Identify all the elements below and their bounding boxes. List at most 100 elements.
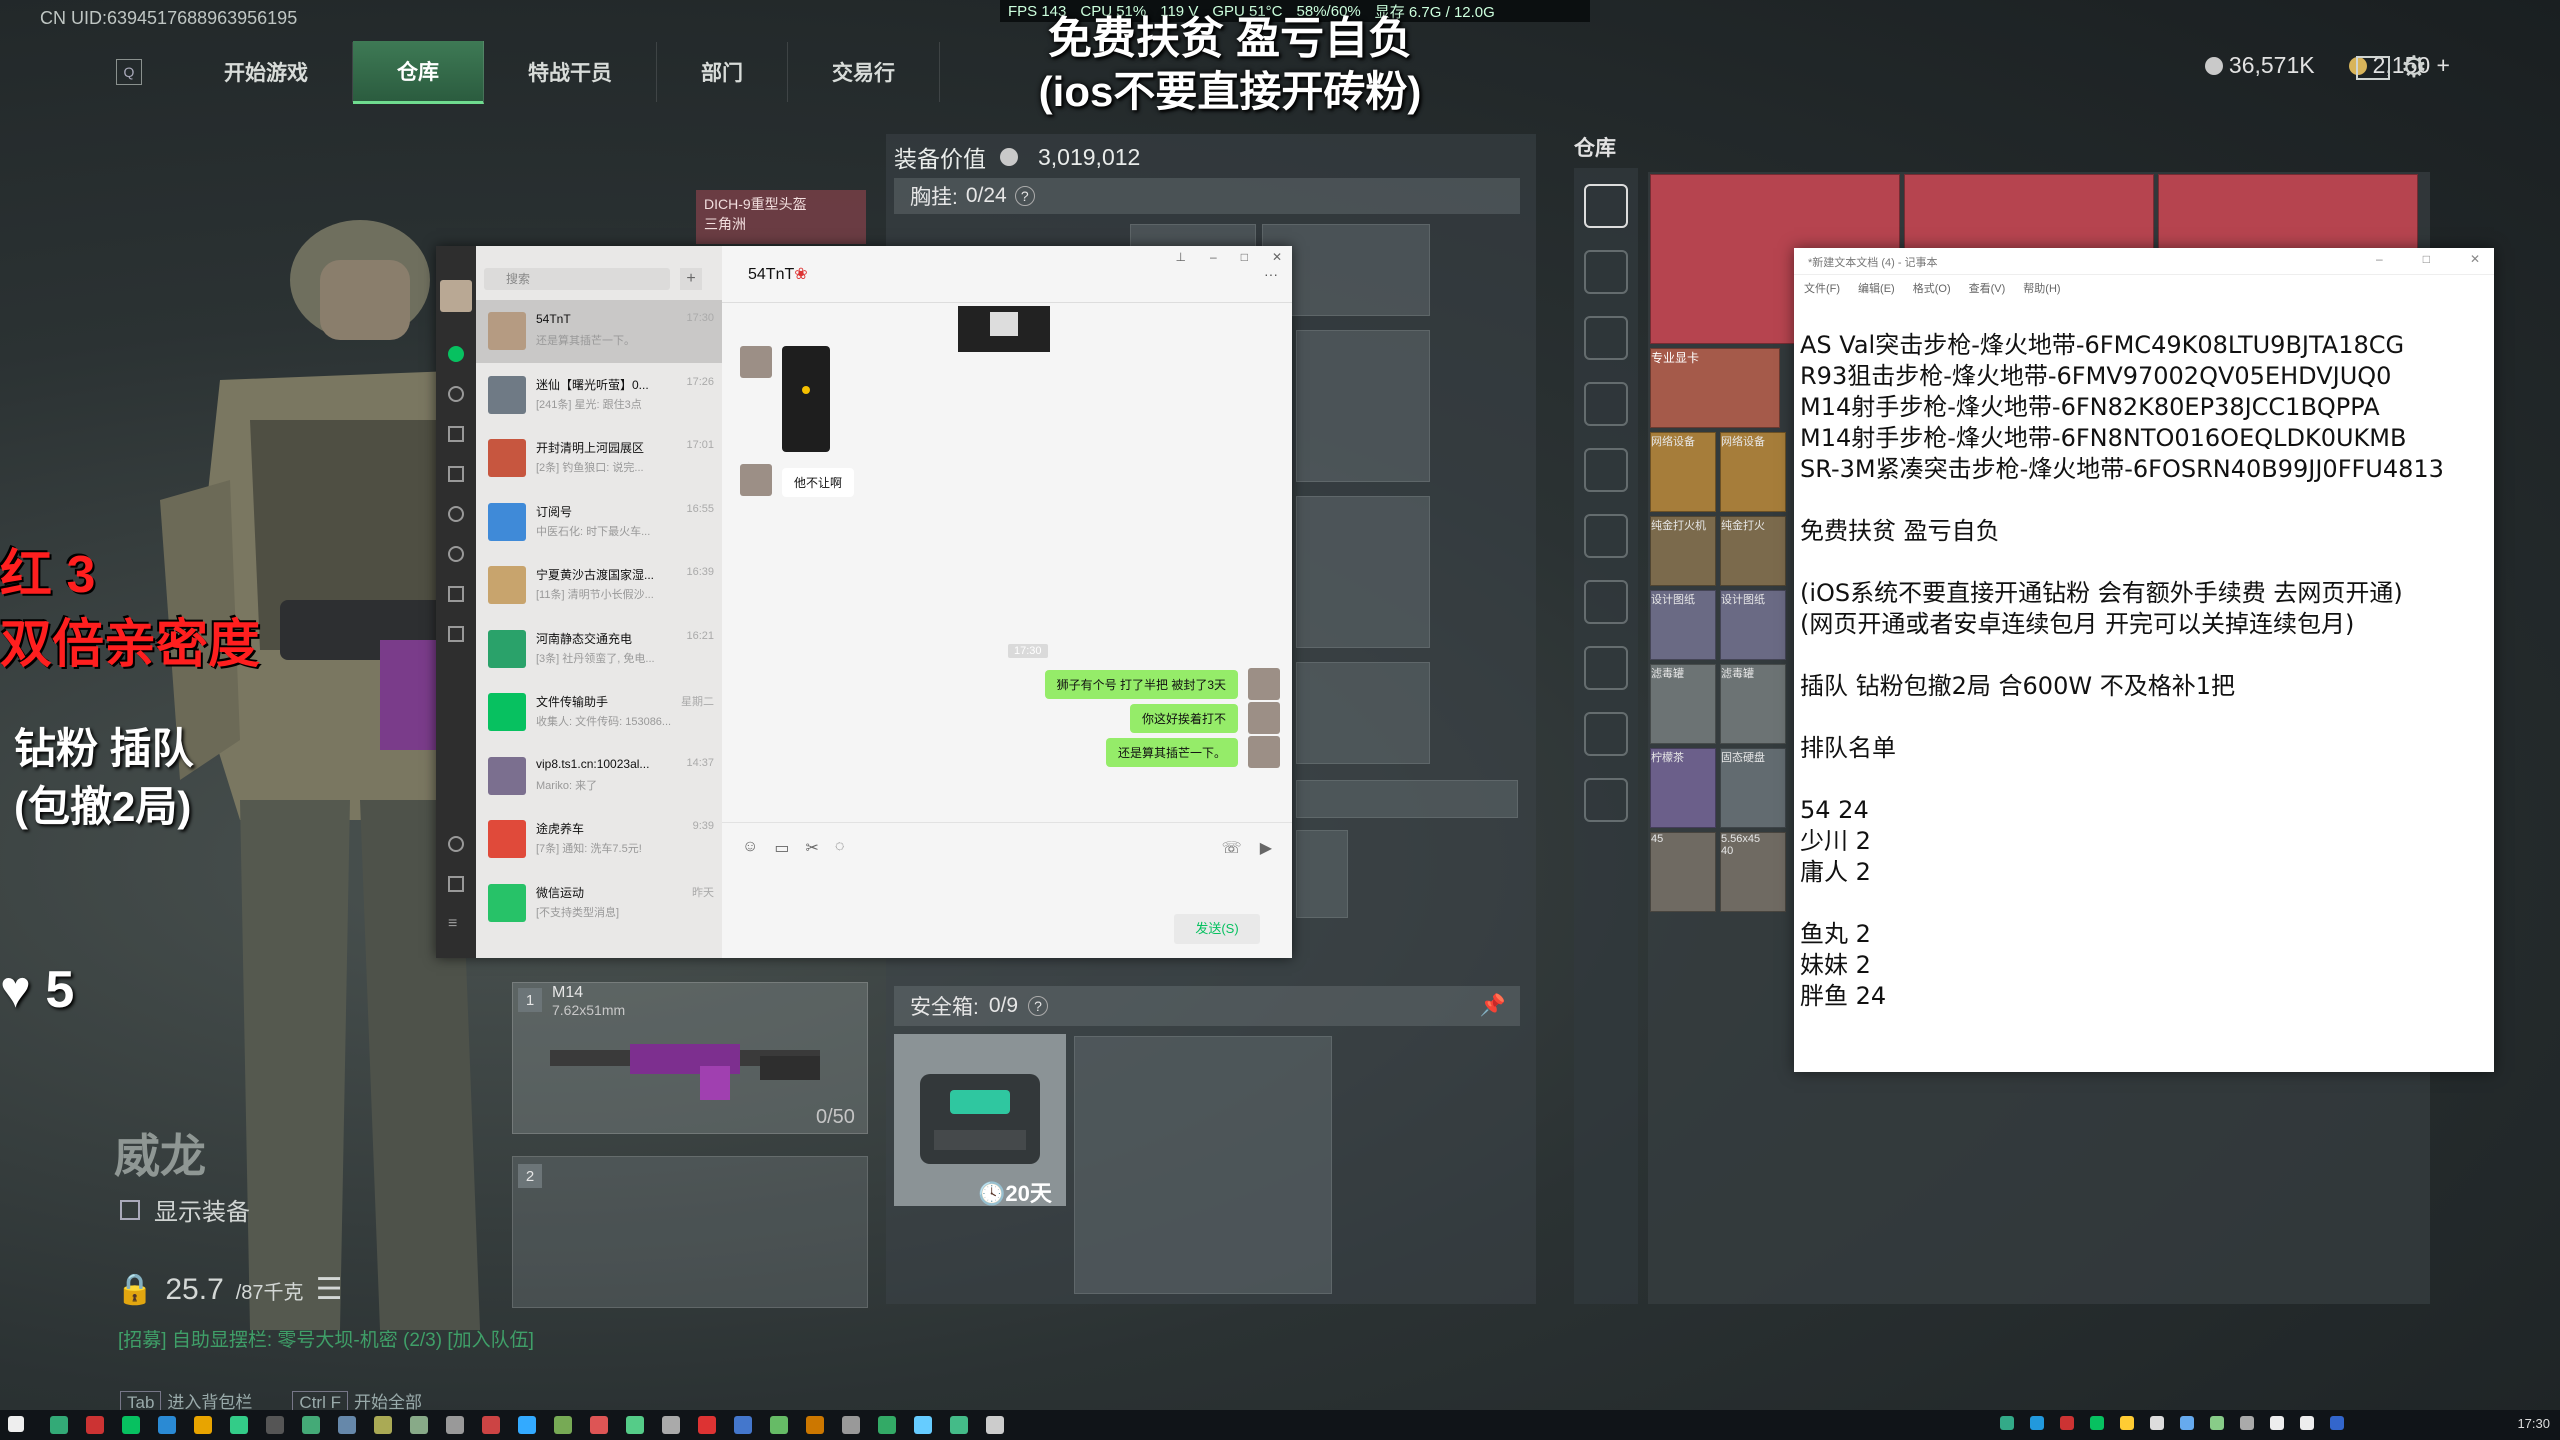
chat-list-item[interactable]: 途虎养车 [7条] 通知: 洗车7.5元! 9:39 <box>476 808 722 871</box>
avatar[interactable] <box>740 464 772 496</box>
warehouse-item[interactable]: 柠檬茶 <box>1650 748 1716 828</box>
chat-list-item[interactable]: 河南静态交通充电 [3条] 社丹领蛮了, 免电... 16:21 <box>476 618 722 681</box>
backpack-slot[interactable] <box>1296 330 1430 482</box>
favorites-icon[interactable] <box>448 426 464 442</box>
warehouse-item[interactable]: 专业显卡 <box>1650 348 1780 428</box>
tray-icon[interactable] <box>2210 1416 2224 1430</box>
checkbox-icon[interactable] <box>120 1199 140 1220</box>
app-icon[interactable] <box>86 1416 104 1434</box>
menu-icon[interactable]: ≡ <box>448 916 464 932</box>
add-chat-button[interactable]: + <box>680 268 702 290</box>
warehouse-item[interactable]: 固态硬盘 <box>1720 748 1786 828</box>
message-received[interactable]: 他不让啊 <box>782 468 855 497</box>
avatar[interactable] <box>1248 736 1280 768</box>
app-icon[interactable] <box>554 1416 572 1434</box>
close-button[interactable]: ✕ <box>1272 250 1282 264</box>
shared-image-qr[interactable] <box>958 306 1050 352</box>
app-icon[interactable] <box>770 1416 788 1434</box>
folder-icon[interactable] <box>448 466 464 482</box>
maximize-button[interactable]: □ <box>1241 250 1248 264</box>
tab-operators[interactable]: 特战干员 <box>484 42 657 102</box>
mail-icon[interactable] <box>2356 56 2390 80</box>
app-icon[interactable] <box>230 1416 248 1434</box>
warehouse-tab-icon[interactable] <box>1584 316 1628 360</box>
app-icon[interactable] <box>302 1416 320 1434</box>
warehouse-item[interactable] <box>1904 174 2154 254</box>
chat-list-item[interactable]: 宁夏黄沙古渡国家湿... [11条] 清明节小长假沙... 16:39 <box>476 554 722 617</box>
nav-hotkey-badge[interactable]: Q <box>116 59 142 85</box>
volume-icon[interactable] <box>2270 1416 2284 1430</box>
chat-list-item[interactable]: 文件传输助手 收集人: 文件传码: 153086... 星期二 <box>476 681 722 744</box>
secondary-weapon-slot[interactable] <box>512 1156 868 1308</box>
video-call-icon[interactable]: ▶ <box>1260 838 1272 858</box>
app-icon[interactable] <box>338 1416 356 1434</box>
warehouse-all-icon[interactable] <box>1584 184 1628 228</box>
folder-icon[interactable]: ▭ <box>774 838 789 858</box>
tab-trading[interactable]: 交易行 <box>788 42 940 102</box>
warehouse-item[interactable]: 45 <box>1650 832 1716 912</box>
input-method-icon[interactable] <box>2330 1416 2344 1430</box>
helmet-card[interactable]: DICH-9重型头盔 三角洲 <box>696 190 866 244</box>
tab-department[interactable]: 部门 <box>657 42 788 102</box>
menu-view[interactable]: 查看(V) <box>1969 280 2006 296</box>
chat-list-item[interactable]: vip8.ts1.cn:10023al... Mariko: 来了 14:37 <box>476 745 722 808</box>
tab-start-game[interactable]: 开始游戏 <box>180 42 353 102</box>
app-icon[interactable] <box>950 1416 968 1434</box>
gear-icon[interactable] <box>1584 778 1628 822</box>
channels-icon[interactable] <box>448 546 464 562</box>
backpack-slot[interactable] <box>1296 496 1430 648</box>
app-icon[interactable] <box>50 1416 68 1434</box>
warehouse-item[interactable]: 滤毒罐 <box>1650 664 1716 744</box>
taskbar-clock[interactable]: 17:30 <box>2517 1416 2550 1431</box>
browser-icon[interactable] <box>158 1416 176 1434</box>
search-input[interactable]: 搜索 <box>484 268 670 290</box>
tray-icon[interactable] <box>2030 1416 2044 1430</box>
phone-call-icon[interactable]: ☏ <box>1222 838 1242 858</box>
pouch-slot[interactable] <box>1296 830 1348 918</box>
chat-icon[interactable] <box>448 346 464 362</box>
menu-file[interactable]: 文件(F) <box>1804 280 1840 296</box>
app-icon[interactable] <box>482 1416 500 1434</box>
help-icon[interactable]: ? <box>1014 186 1035 206</box>
app-icon[interactable] <box>518 1416 536 1434</box>
pin-icon[interactable]: 📌 <box>1480 994 1506 1018</box>
app-icon[interactable] <box>194 1416 212 1434</box>
app-icon[interactable] <box>266 1416 284 1434</box>
wechat-app-icon[interactable] <box>122 1416 140 1434</box>
minimize-button[interactable]: – <box>1210 250 1217 264</box>
app-icon[interactable] <box>698 1416 716 1434</box>
tray-icon[interactable] <box>2090 1416 2104 1430</box>
tab-warehouse[interactable]: 仓库 <box>353 40 484 104</box>
app-icon[interactable] <box>878 1416 896 1434</box>
warehouse-item[interactable]: 纯金打火 <box>1720 516 1786 586</box>
search-icon[interactable] <box>448 586 464 602</box>
warehouse-item[interactable]: 网络设备 <box>1720 432 1786 512</box>
close-button[interactable]: ✕ <box>2470 252 2480 266</box>
notepad-app-icon[interactable] <box>986 1416 1004 1434</box>
warehouse-tab-icon[interactable] <box>1584 646 1628 690</box>
silver-currency[interactable]: 36,571K <box>2204 52 2315 79</box>
app-icon[interactable] <box>446 1416 464 1434</box>
tray-icon[interactable] <box>2120 1416 2134 1430</box>
recruit-message[interactable]: [招募] 自助显摆栏: 零号大坝-机密 (2/3) [加入队伍] <box>118 1325 534 1352</box>
warehouse-item[interactable]: 设计图纸 <box>1650 590 1716 660</box>
menu-format[interactable]: 格式(O) <box>1913 280 1951 296</box>
app-icon[interactable] <box>914 1416 932 1434</box>
app-icon[interactable] <box>734 1416 752 1434</box>
app-icon[interactable] <box>662 1416 680 1434</box>
warehouse-tab-icon[interactable] <box>1584 250 1628 294</box>
message-sent[interactable]: 还是算其插芒一下。 <box>1105 738 1238 767</box>
warehouse-item[interactable]: 设计图纸 <box>1720 590 1786 660</box>
app-icon[interactable] <box>626 1416 644 1434</box>
chat-list-item[interactable]: 订阅号 中医石化: 时下最火车... 16:55 <box>476 491 722 554</box>
notepad-text-area[interactable]: AS Val突击步枪-烽火地带-6FMC49K08LTU9BJTA18CG R93… <box>1800 330 2480 1012</box>
help-icon[interactable]: ? <box>1028 996 1049 1016</box>
chat-list-item[interactable]: 迷仙【曙光听萤】0... [241条] 星光: 跟住3点 17:26 <box>476 364 722 427</box>
avatar[interactable] <box>740 346 772 378</box>
avatar[interactable] <box>1248 702 1280 734</box>
contacts-icon[interactable] <box>448 386 464 402</box>
pin-icon[interactable]: ⊥ <box>1176 250 1186 264</box>
warehouse-item[interactable] <box>2158 174 2418 254</box>
chat-history-icon[interactable]: ◌ <box>835 838 845 858</box>
tray-icon[interactable] <box>2180 1416 2194 1430</box>
